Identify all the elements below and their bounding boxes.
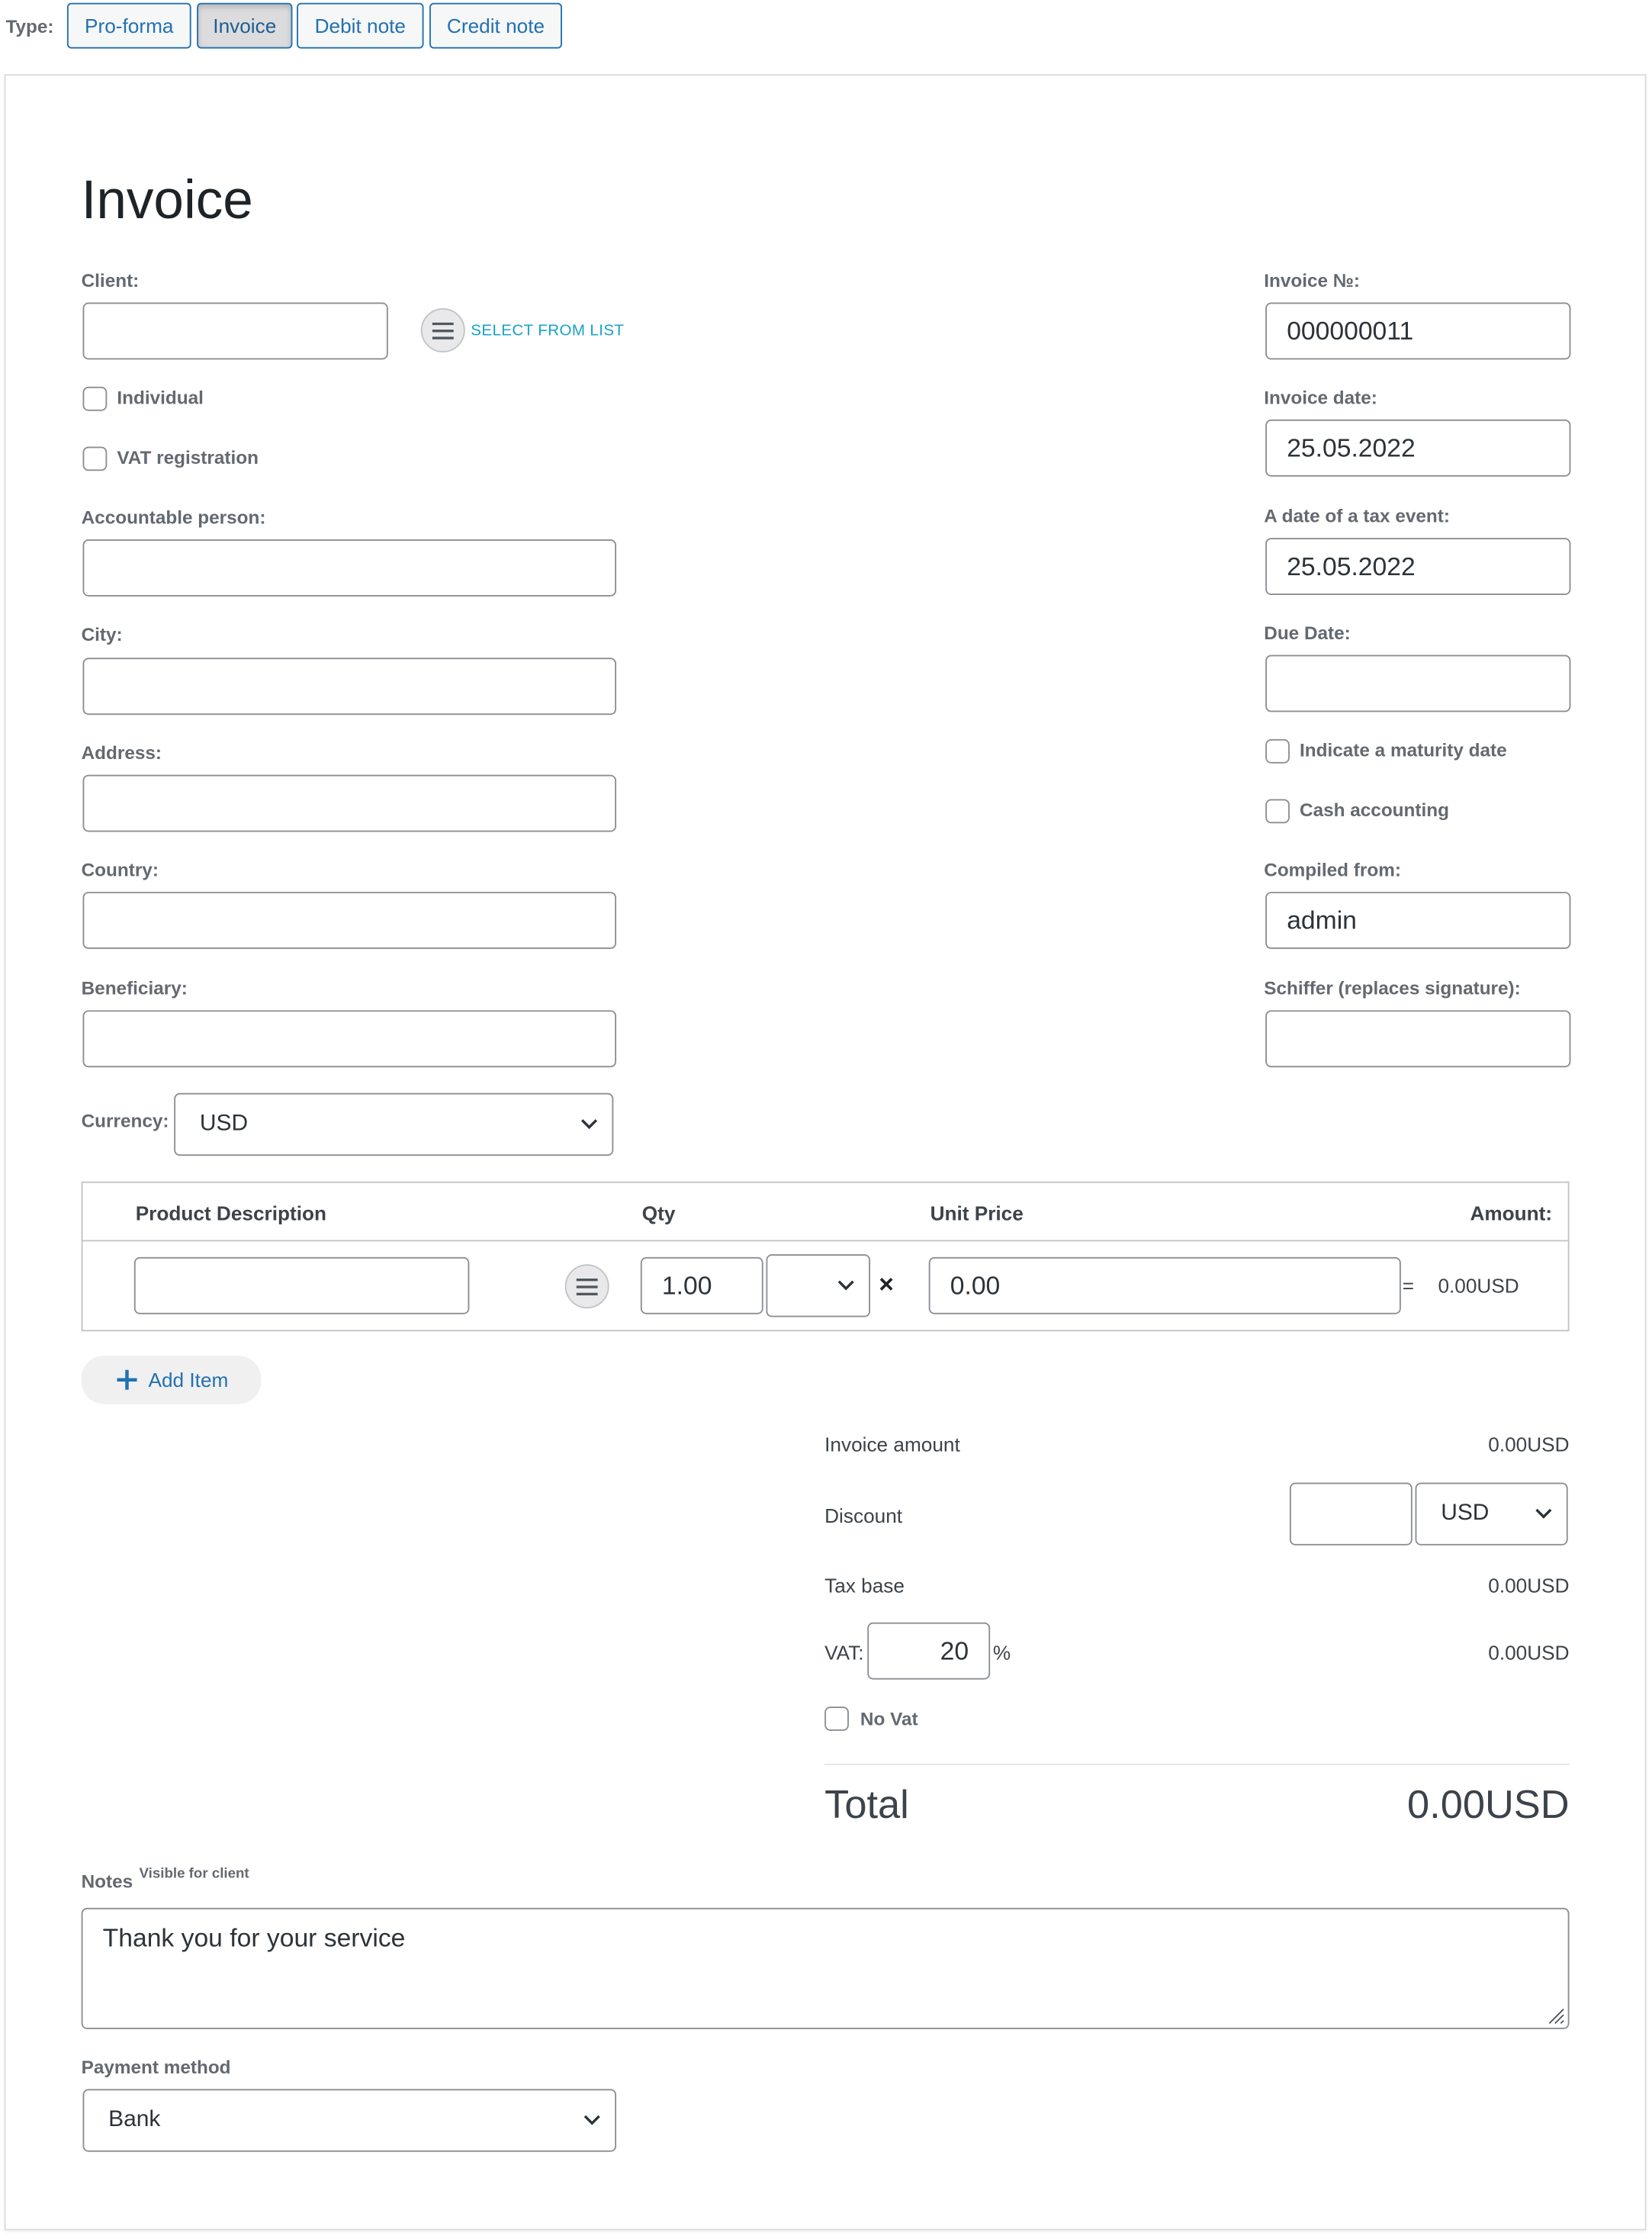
invoice-amount-value: 0.00USD	[1488, 1432, 1570, 1456]
invoice-date-input[interactable]: 25.05.2022	[1265, 419, 1571, 477]
tax-base-label: Tax base	[824, 1574, 905, 1597]
total-value: 0.00USD	[1407, 1782, 1570, 1827]
add-item-button[interactable]: Add Item	[81, 1355, 262, 1404]
table-divider	[82, 1240, 1568, 1242]
currency-value: USD	[199, 1111, 249, 1136]
client-label: Client:	[81, 269, 140, 291]
address-input[interactable]	[82, 774, 617, 832]
due-date-label: Due Date:	[1264, 622, 1351, 644]
total-label: Total	[824, 1782, 909, 1827]
equals-sign: =	[1402, 1274, 1415, 1298]
discount-input[interactable]	[1289, 1482, 1413, 1546]
individual-label: Individual	[117, 386, 204, 408]
payment-method-select[interactable]: Bank	[82, 2089, 617, 2152]
percent-sign: %	[992, 1641, 1011, 1665]
city-input[interactable]	[82, 658, 617, 716]
unit-price-input[interactable]: 0.00	[928, 1256, 1401, 1314]
address-label: Address:	[81, 742, 162, 764]
product-description-input[interactable]	[133, 1256, 470, 1314]
schiffer-input[interactable]	[1265, 1010, 1571, 1068]
schiffer-label: Schiffer (replaces signature):	[1264, 977, 1521, 999]
discount-label: Discount	[824, 1504, 903, 1527]
payment-method-label: Payment method	[81, 2056, 231, 2078]
client-input[interactable]	[82, 302, 388, 360]
type-debit-note-button[interactable]: Debit note	[297, 2, 424, 49]
currency-label: Currency:	[81, 1110, 169, 1132]
payment-method-value: Bank	[108, 2107, 161, 2132]
city-label: City:	[81, 623, 123, 645]
type-pro-forma-button[interactable]: Pro-forma	[66, 2, 191, 49]
amount-header: Amount:	[1470, 1201, 1553, 1224]
vat-registration-label: VAT registration	[117, 446, 259, 468]
chevron-down-icon	[837, 1280, 854, 1291]
invoice-no-label: Invoice №:	[1264, 269, 1361, 291]
invoice-amount-label: Invoice amount	[824, 1432, 960, 1456]
compiled-from-label: Compiled from:	[1264, 859, 1401, 881]
cash-accounting-label: Cash accounting	[1300, 799, 1449, 821]
chevron-down-icon	[583, 2115, 600, 2125]
compiled-from-input[interactable]: admin	[1265, 892, 1571, 949]
multiply-sign: ×	[879, 1269, 894, 1299]
accountable-person-label: Accountable person:	[81, 507, 266, 529]
vat-registration-checkbox[interactable]	[82, 446, 108, 471]
qty-input[interactable]: 1.00	[640, 1256, 763, 1314]
no-vat-checkbox[interactable]	[824, 1707, 849, 1731]
chevron-down-icon	[1535, 1508, 1552, 1519]
plus-icon	[117, 1369, 137, 1390]
notes-label: Notes	[81, 1871, 133, 1893]
vat-label: VAT:	[824, 1641, 864, 1665]
page-title: Invoice	[81, 171, 253, 232]
list-icon	[576, 1278, 598, 1295]
discount-currency-value: USD	[1441, 1501, 1490, 1526]
notes-sublabel: Visible for client	[139, 1866, 249, 1883]
tax-base-value: 0.00USD	[1488, 1574, 1570, 1597]
summary-divider	[824, 1763, 1570, 1765]
type-credit-note-button[interactable]: Credit note	[429, 2, 562, 49]
qty-header: Qty	[641, 1201, 676, 1224]
cash-accounting-checkbox[interactable]	[1265, 799, 1290, 824]
product-description-header: Product Description	[135, 1201, 326, 1224]
select-client-button[interactable]	[420, 308, 465, 353]
notes-textarea[interactable]: Thank you for your service	[81, 1907, 1570, 2029]
tax-event-label: A date of a tax event:	[1264, 505, 1450, 527]
type-invoice-button[interactable]: Invoice	[197, 2, 293, 49]
list-icon	[432, 321, 454, 339]
vat-percent-input[interactable]: 20	[867, 1622, 991, 1680]
accountable-person-input[interactable]	[82, 539, 617, 597]
invoice-no-input[interactable]: 000000011	[1265, 302, 1571, 360]
due-date-input[interactable]	[1265, 655, 1571, 713]
vat-value: 0.00USD	[1488, 1641, 1570, 1665]
no-vat-label: No Vat	[860, 1707, 918, 1730]
maturity-date-label: Indicate a maturity date	[1300, 738, 1507, 761]
add-item-label: Add Item	[148, 1368, 229, 1391]
tax-event-date-input[interactable]: 25.05.2022	[1265, 538, 1571, 595]
beneficiary-label: Beneficiary:	[81, 977, 188, 999]
country-input[interactable]	[82, 892, 617, 949]
country-label: Country:	[81, 859, 159, 881]
select-from-list-link[interactable]: SELECT FROM LIST	[471, 323, 624, 339]
currency-select[interactable]: USD	[174, 1092, 614, 1156]
unit-price-header: Unit Price	[930, 1201, 1024, 1224]
resize-handle-icon[interactable]	[1547, 2006, 1565, 2025]
unit-select[interactable]	[766, 1254, 871, 1317]
type-label: Type:	[5, 15, 54, 37]
maturity-date-checkbox[interactable]	[1265, 738, 1290, 764]
row-amount: 0.00USD	[1438, 1274, 1519, 1298]
discount-currency-select[interactable]: USD	[1415, 1482, 1568, 1546]
chevron-down-icon	[580, 1119, 598, 1130]
select-product-button[interactable]	[564, 1264, 609, 1309]
notes-label-group: Notes Visible for client	[81, 1866, 249, 1895]
invoice-date-label: Invoice date:	[1264, 386, 1377, 408]
individual-checkbox[interactable]	[82, 386, 108, 411]
beneficiary-input[interactable]	[82, 1010, 617, 1068]
page-root: Type: Pro-forma Invoice Debit note Credi…	[0, 0, 1652, 2237]
